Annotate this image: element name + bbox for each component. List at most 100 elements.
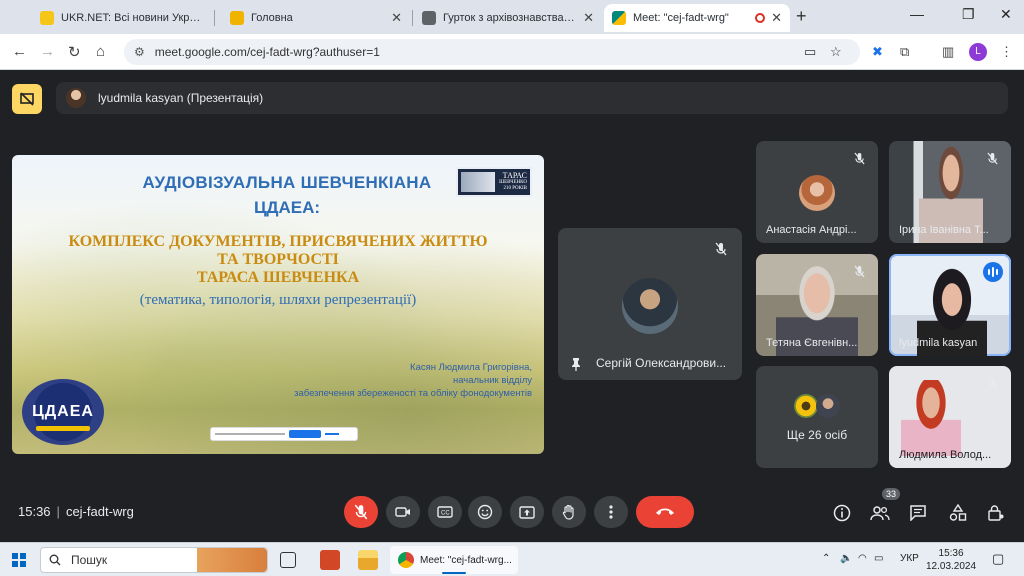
hang-up-icon (656, 508, 674, 515)
participant-tile-anastasiia[interactable]: Анастасія Андрі... (756, 141, 878, 243)
extensions-puzzle-icon[interactable]: ⧉ (900, 44, 909, 60)
search-placeholder: Пошук (71, 553, 108, 567)
tab-ukrnet[interactable]: UKR.NET: Всі новини України, о (32, 4, 212, 32)
people-button[interactable] (868, 502, 892, 524)
battery-icon[interactable]: ▭ (874, 553, 883, 564)
notifications-icon[interactable]: ▢ (992, 551, 1004, 567)
volume-icon[interactable]: 🔈 (840, 553, 852, 564)
muted-mic-icon (983, 149, 1001, 167)
info-icon (833, 504, 851, 522)
task-view-icon[interactable] (280, 552, 296, 568)
leave-call-button[interactable] (636, 496, 694, 528)
windows-start-icon[interactable] (12, 553, 26, 567)
people-count-badge: 33 (882, 488, 901, 500)
hand-icon (562, 504, 574, 520)
close-tab-icon[interactable]: ✕ (771, 10, 782, 26)
tab-meet[interactable]: Meet: "cej-fadt-wrg" ✕ (604, 4, 790, 32)
present-button[interactable] (510, 496, 544, 528)
author-line2: начальник відділу (452, 375, 532, 386)
profile-avatar[interactable]: L (969, 43, 987, 61)
camera-button[interactable] (386, 496, 420, 528)
participant-avatar (799, 175, 835, 211)
tab-home[interactable]: Головна ✕ (222, 4, 410, 32)
close-window-icon[interactable]: ✕ (1000, 6, 1012, 23)
back-icon[interactable]: ← (12, 43, 27, 60)
stop-presenting-icon[interactable] (12, 84, 42, 114)
participant-tile-liudmyla[interactable]: Людмила Волод... (889, 366, 1011, 468)
side-panel-icon[interactable]: ▥ (942, 44, 954, 60)
taskbar-search-field[interactable]: Пошук (40, 547, 268, 573)
participant-tile-lyudmila[interactable]: lyudmila kasyan (889, 254, 1011, 356)
more-participants-tile[interactable]: Ще 26 осіб (756, 366, 878, 468)
minimize-icon[interactable]: — (910, 6, 924, 22)
tab-title: UKR.NET: Всі новини України, о (61, 12, 204, 24)
home-icon[interactable]: ⌂ (96, 43, 105, 60)
slide-title-line2: ЦДАЕА: (253, 198, 321, 217)
pin-icon[interactable] (570, 357, 582, 371)
taskbar-chrome-meet[interactable]: Meet: "cej-fadt-wrg... (390, 546, 518, 574)
activities-button[interactable] (946, 502, 970, 524)
more-participants-label: Ще 26 осіб (786, 428, 848, 442)
system-clock[interactable]: 15:36 12.03.2024 (926, 547, 976, 573)
microphone-button[interactable] (344, 496, 378, 528)
meeting-info: 15:36 | cej-fadt-wrg (18, 504, 134, 519)
tab-title: Головна (251, 12, 293, 24)
participant-tile-iryna[interactable]: Ірина Іванівна Т... (889, 141, 1011, 243)
participant-name: Сергій Олександрови... (596, 356, 727, 370)
logo-text-3: 210 РОКІВ (503, 186, 527, 191)
host-controls-button[interactable] (984, 502, 1008, 524)
participant-avatar (816, 394, 840, 418)
classroom-favicon-icon (422, 11, 436, 25)
search-icon (49, 554, 61, 566)
bookmark-star-icon[interactable]: ☆ (830, 44, 842, 60)
slide-title-line1: АУДІОВІЗУАЛЬНА ШЕВЧЕНКІАНА (142, 173, 432, 192)
meeting-details-button[interactable] (830, 502, 854, 524)
restore-icon[interactable]: ❐ (962, 6, 975, 23)
slide-subtitle-line2: ТА ТВОРЧОСТІ (217, 251, 339, 268)
meet-presenter-bar: lyudmila kasyan (Презентація) (0, 70, 1024, 132)
present-screen-icon (519, 505, 535, 519)
new-tab-icon[interactable]: + (796, 6, 807, 27)
slide-subtitle-line3: ТАРАСА ШЕВЧЕНКА (196, 269, 360, 286)
network-icon[interactable]: ◠ (858, 553, 867, 564)
lock-person-icon (988, 505, 1004, 521)
reactions-button[interactable] (468, 496, 502, 528)
svg-text:CC: CC (441, 511, 450, 517)
participant-tile-tetiana[interactable]: Тетяна Євгенівн... (756, 254, 878, 356)
presentation-slide: АУДІОВІЗУАЛЬНА ШЕВЧЕНКІАНА ЦДАЕА: КОМПЛЕ… (12, 155, 544, 454)
presenter-label[interactable]: lyudmila kasyan (Презентація) (56, 82, 1008, 114)
participant-tile-serhii[interactable]: Сергій Олександрови... (558, 228, 742, 380)
embedded-notice (210, 427, 358, 441)
chat-button[interactable] (906, 502, 930, 524)
forward-icon[interactable]: → (40, 43, 55, 60)
tray-chevron-icon[interactable]: ⌃ (822, 553, 830, 564)
chrome-icon (398, 552, 414, 568)
site-info-icon[interactable]: ⚙ (134, 45, 145, 59)
close-tab-icon[interactable]: ✕ (391, 10, 402, 26)
powerpoint-icon[interactable] (320, 550, 340, 570)
clock-time: 15:36 (938, 548, 964, 559)
url-field[interactable]: ⚙ meet.google.com/cej-fadt-wrg?authuser=… (124, 39, 860, 65)
participant-name: Ірина Іванівна Т... (899, 224, 989, 236)
raise-hand-button[interactable] (552, 496, 586, 528)
extension-icon[interactable]: ✖ (872, 44, 883, 60)
muted-mic-icon (850, 149, 868, 167)
tab-gurtok[interactable]: Гурток з архівознавства Кафед ✕ (414, 4, 602, 32)
file-explorer-icon[interactable] (358, 550, 378, 570)
url-text: meet.google.com/cej-fadt-wrg?authuser=1 (154, 45, 380, 59)
input-language[interactable]: УКР (900, 553, 919, 564)
participant-avatar (794, 394, 818, 418)
speaking-indicator-icon (983, 262, 1003, 282)
menu-kebab-icon[interactable]: ⋮ (1000, 44, 1013, 60)
camera-permission-icon[interactable]: ▭ (804, 44, 816, 60)
meet-favicon-icon (612, 11, 626, 25)
search-highlight-image (197, 548, 267, 572)
participant-name: Анастасія Андрі... (766, 224, 857, 236)
more-options-button[interactable] (594, 496, 628, 528)
captions-button[interactable]: CC (428, 496, 462, 528)
chat-icon (910, 505, 926, 521)
close-tab-icon[interactable]: ✕ (583, 10, 594, 26)
reload-icon[interactable]: ↻ (68, 43, 81, 61)
slide-subtitle: КОМПЛЕКС ДОКУМЕНТІВ, ПРИСВЯЧЕНИХ ЖИТТЮ Т… (12, 233, 544, 287)
people-icon (870, 506, 890, 521)
